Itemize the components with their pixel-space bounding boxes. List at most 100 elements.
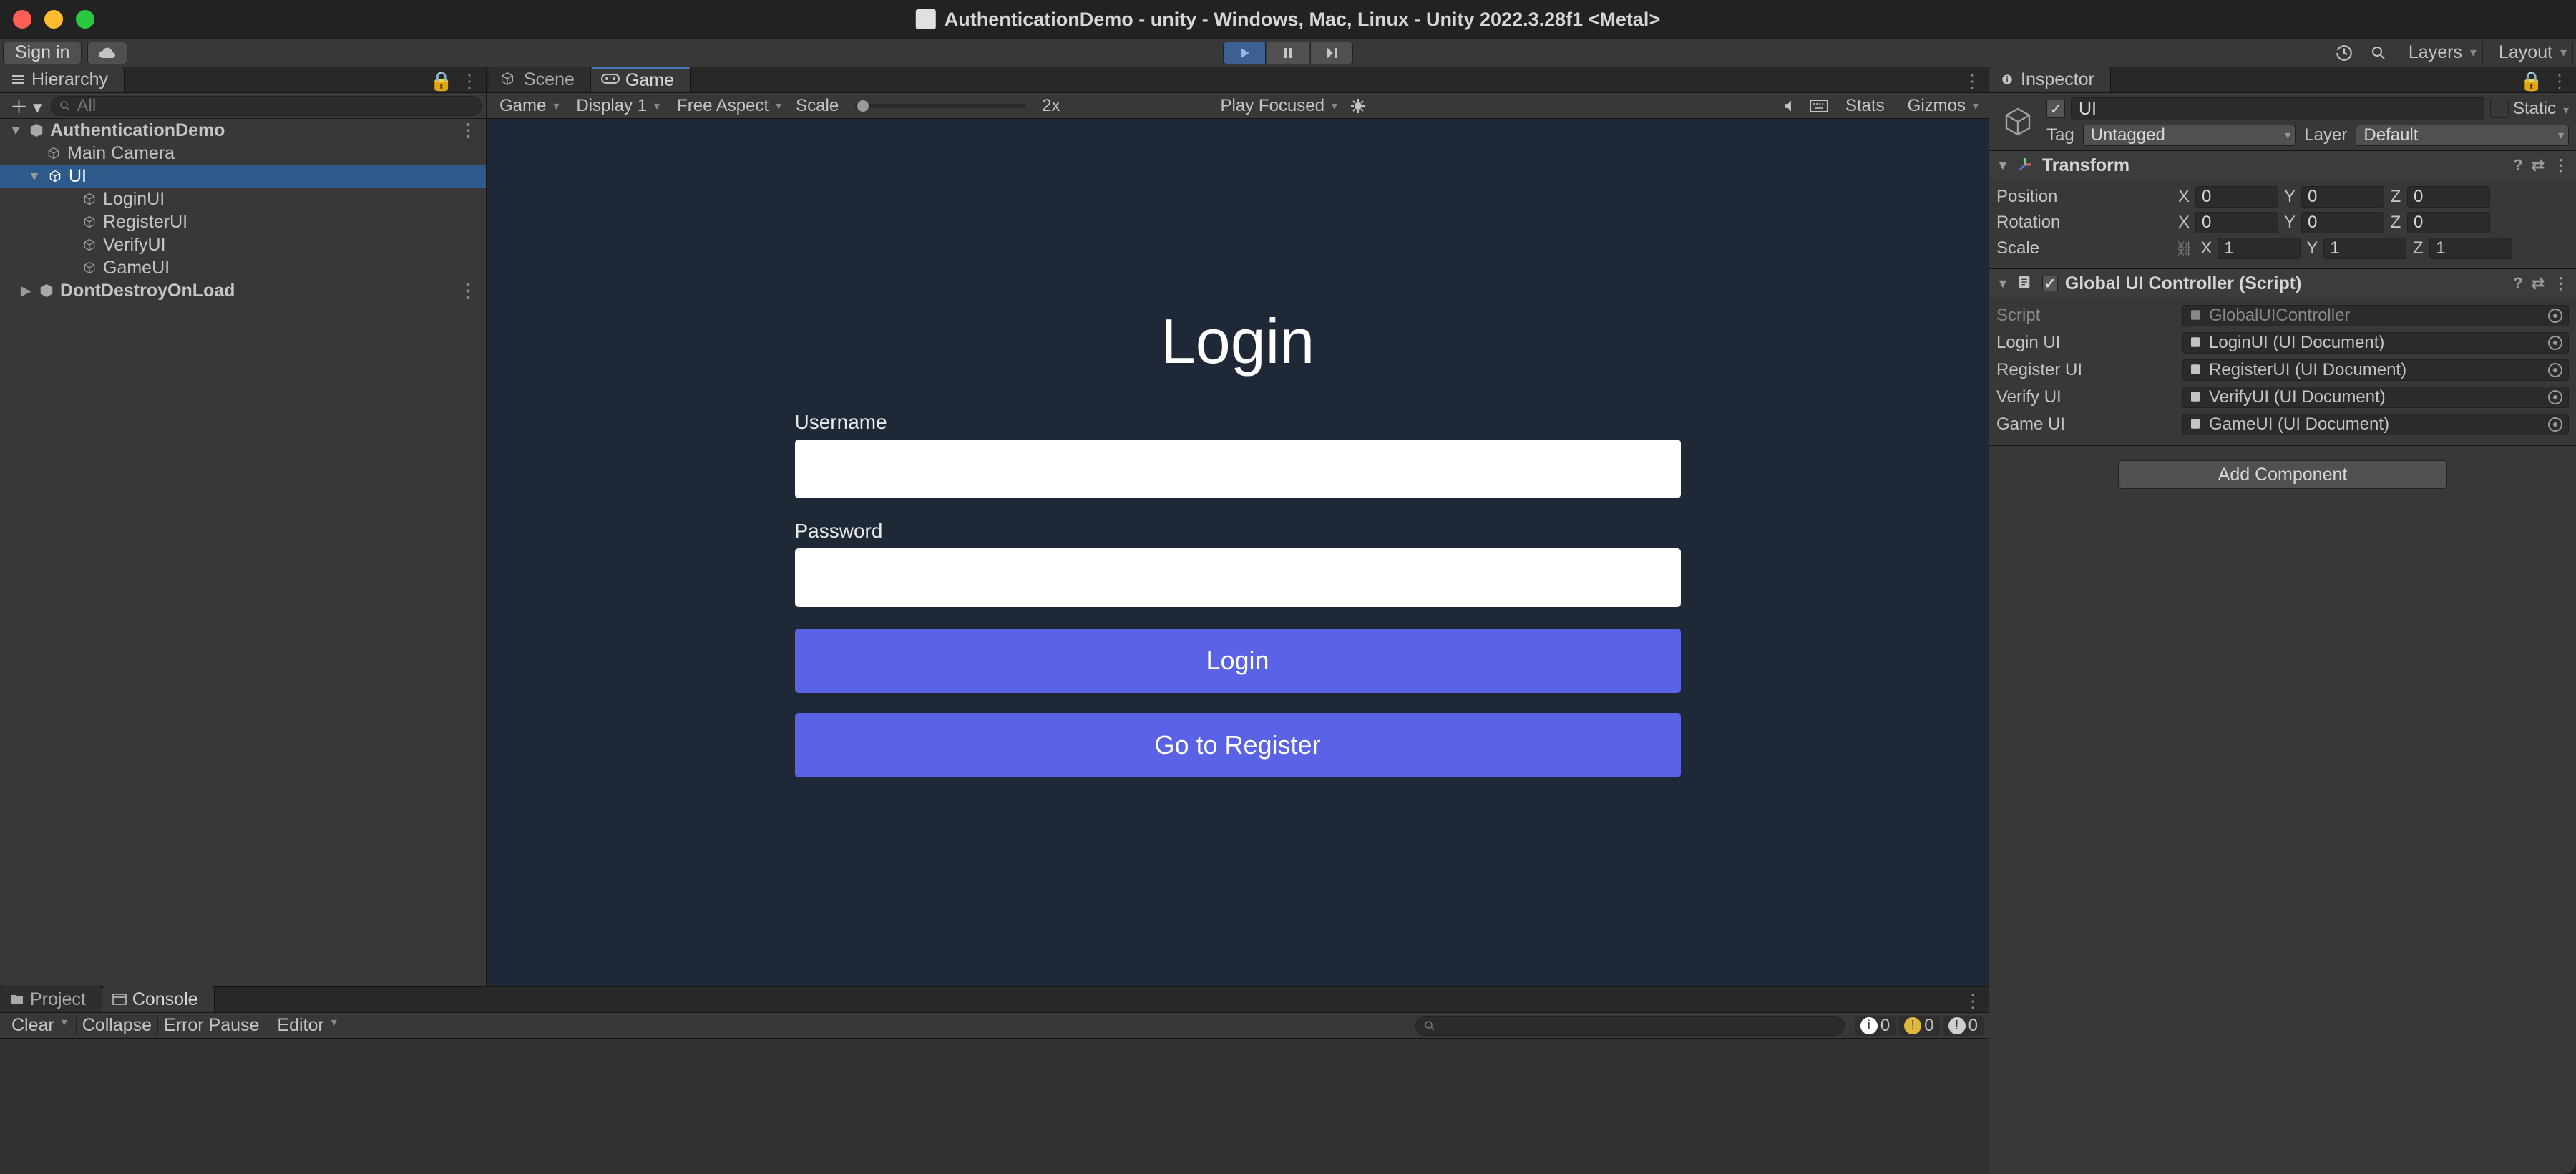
gameobject-cube-icon[interactable] — [1996, 100, 2039, 143]
keyboard-icon-button[interactable] — [1808, 96, 1830, 116]
go-to-register-button[interactable]: Go to Register — [795, 713, 1681, 777]
maximize-window-button[interactable] — [76, 10, 94, 29]
panel-menu-icon[interactable]: ⋮ — [2550, 70, 2569, 92]
rot-x-input[interactable] — [2195, 212, 2278, 233]
sign-in-button[interactable]: Sign in — [3, 42, 82, 64]
panel-lock-icon[interactable]: 🔒 — [2520, 70, 2543, 92]
rot-z-input[interactable] — [2407, 212, 2490, 233]
component-header[interactable]: ▼ ✓ Global UI Controller (Script) ? ⇄ ⋮ — [1989, 269, 2576, 298]
mute-audio-button[interactable] — [1780, 96, 1801, 116]
pos-z-input[interactable] — [2407, 186, 2490, 208]
scene-row[interactable]: ▶ DontDestroyOnLoad ⋮ — [0, 279, 486, 302]
gameobject-row-selected[interactable]: ▼ UI — [0, 165, 486, 188]
object-picker-icon[interactable] — [2548, 336, 2562, 350]
tag-dropdown[interactable]: Untagged — [2083, 125, 2296, 146]
object-picker-icon[interactable] — [2548, 309, 2562, 323]
console-search[interactable] — [1415, 1016, 1845, 1036]
object-reference-value: RegisterUI (UI Document) — [2209, 360, 2406, 380]
scale-y-input[interactable] — [2323, 238, 2406, 259]
username-input[interactable] — [795, 440, 1681, 498]
game-tab[interactable]: Game — [591, 67, 691, 92]
component-menu-icon[interactable]: ⋮ — [2553, 156, 2569, 175]
undo-history-button[interactable] — [2330, 42, 2358, 64]
inspector-object-header: ✓ Static Tag Untagged Layer — [1989, 93, 2576, 151]
help-icon[interactable]: ? — [2513, 156, 2522, 175]
warn-count-button[interactable]: !0 — [1898, 1016, 1939, 1036]
layout-dropdown[interactable]: Layout — [2489, 42, 2573, 64]
error-pause-button[interactable]: Error Pause — [164, 1015, 259, 1036]
login-button[interactable]: Login — [795, 629, 1681, 693]
error-count-button[interactable]: !0 — [1943, 1016, 1984, 1036]
script-reference[interactable]: GlobalUIController — [2182, 305, 2569, 326]
panel-menu-icon[interactable]: ⋮ — [1963, 990, 1982, 1012]
project-tab[interactable]: Project — [0, 986, 102, 1012]
stats-button[interactable]: Stats — [1837, 96, 1893, 116]
active-checkbox[interactable]: ✓ — [2046, 100, 2065, 118]
editor-dropdown[interactable]: Editor — [271, 1015, 339, 1036]
cloud-button[interactable] — [87, 42, 127, 64]
scale-x-input[interactable] — [2218, 238, 2301, 259]
create-dropdown[interactable]: ＋ ▾ — [4, 93, 48, 119]
row-menu-icon[interactable]: ⋮ — [459, 280, 477, 301]
pause-button[interactable] — [1267, 42, 1309, 64]
help-icon[interactable]: ? — [2513, 274, 2522, 293]
aspect-dropdown[interactable]: Free Aspect — [670, 96, 786, 116]
gameobject-row[interactable]: RegisterUI — [0, 210, 486, 233]
panel-lock-icon[interactable]: 🔒 — [430, 70, 453, 92]
layers-dropdown[interactable]: Layers — [2399, 42, 2483, 64]
gameobject-row[interactable]: GameUI — [0, 256, 486, 279]
clear-dropdown[interactable]: Clear — [6, 1015, 70, 1036]
game-mode-dropdown[interactable]: Game — [492, 96, 563, 116]
static-checkbox[interactable] — [2490, 100, 2509, 118]
object-reference[interactable]: VerifyUI (UI Document) — [2182, 387, 2569, 408]
object-picker-icon[interactable] — [2548, 417, 2562, 432]
component-header[interactable]: ▼ Transform ? ⇄ ⋮ — [1989, 151, 2576, 180]
info-icon: i — [1860, 1017, 1878, 1034]
hierarchy-search[interactable]: All — [51, 96, 482, 116]
constrain-proportions-icon[interactable]: ⛓ — [2175, 240, 2193, 258]
info-count-button[interactable]: i0 — [1855, 1016, 1896, 1036]
preset-icon[interactable]: ⇄ — [2532, 274, 2545, 293]
display-dropdown[interactable]: Display 1 — [569, 96, 664, 116]
play-focused-dropdown[interactable]: Play Focused — [1214, 96, 1342, 116]
password-input[interactable] — [795, 548, 1681, 607]
pos-y-input[interactable] — [2301, 186, 2384, 208]
step-button[interactable] — [1310, 42, 1353, 64]
gameobject-row[interactable]: VerifyUI — [0, 233, 486, 256]
hierarchy-tab[interactable]: Hierarchy — [0, 67, 125, 92]
component-enabled-checkbox[interactable]: ✓ — [2042, 276, 2058, 291]
component-menu-icon[interactable]: ⋮ — [2553, 274, 2569, 293]
scene-tab[interactable]: Scene — [489, 67, 591, 92]
layer-dropdown[interactable]: Default — [2356, 125, 2569, 146]
object-picker-icon[interactable] — [2548, 363, 2562, 377]
panel-menu-icon[interactable]: ⋮ — [1963, 70, 1981, 92]
slider-knob[interactable] — [857, 100, 869, 112]
object-reference[interactable]: RegisterUI (UI Document) — [2182, 359, 2569, 381]
vsync-icon-button[interactable] — [1347, 96, 1369, 116]
add-component-button[interactable]: Add Component — [2118, 460, 2447, 489]
preset-icon[interactable]: ⇄ — [2532, 156, 2545, 175]
close-window-button[interactable] — [13, 10, 31, 29]
pos-x-input[interactable] — [2195, 186, 2278, 208]
collapse-button[interactable]: Collapse — [82, 1015, 152, 1036]
row-menu-icon[interactable]: ⋮ — [459, 120, 477, 141]
gameobject-row[interactable]: Main Camera — [0, 142, 486, 165]
play-button[interactable] — [1223, 42, 1266, 64]
console-tab[interactable]: Console — [102, 986, 215, 1012]
object-reference[interactable]: GameUI (UI Document) — [2182, 414, 2569, 435]
scale-z-input[interactable] — [2429, 238, 2512, 259]
object-reference[interactable]: LoginUI (UI Document) — [2182, 332, 2569, 354]
rot-y-input[interactable] — [2301, 212, 2384, 233]
inspector-tab[interactable]: i Inspector — [1989, 67, 2111, 92]
static-dropdown-icon[interactable] — [2560, 99, 2569, 119]
object-picker-icon[interactable] — [2548, 390, 2562, 404]
warning-icon: ! — [1904, 1017, 1921, 1034]
search-button[interactable] — [2364, 42, 2393, 64]
gameobject-row[interactable]: LoginUI — [0, 188, 486, 210]
object-name-input[interactable] — [2071, 97, 2484, 120]
minimize-window-button[interactable] — [44, 10, 63, 29]
scale-slider[interactable] — [854, 104, 1026, 108]
gizmos-dropdown[interactable]: Gizmos — [1901, 96, 1983, 116]
scene-row[interactable]: ▼ AuthenticationDemo ⋮ — [0, 119, 486, 142]
panel-menu-icon[interactable]: ⋮ — [460, 70, 479, 92]
